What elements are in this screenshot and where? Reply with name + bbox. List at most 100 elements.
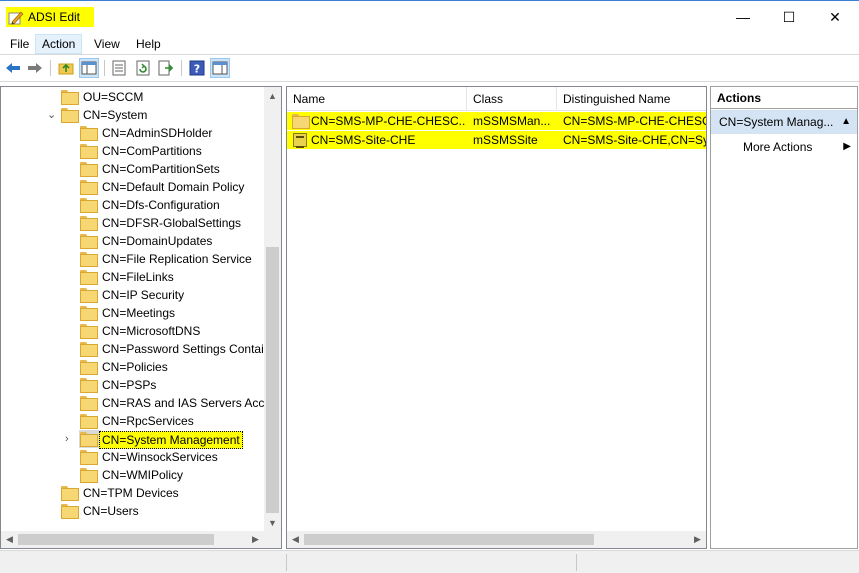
tree-item[interactable]: › CN=System Management: [1, 430, 263, 449]
tree-item[interactable]: ⌄ CN=System: [1, 106, 263, 124]
help-icon[interactable]: ?: [187, 58, 207, 78]
tree-item[interactable]: CN=WMIPolicy: [1, 466, 263, 484]
tree-item-label: CN=Users: [83, 504, 139, 518]
minimize-button[interactable]: —: [720, 1, 766, 33]
list-item-class: mSSMSMan...: [473, 114, 551, 128]
tree-item[interactable]: CN=Password Settings Contair: [1, 340, 268, 358]
tree-item-label: CN=WMIPolicy: [102, 468, 184, 482]
tree-item[interactable]: CN=DomainUpdates: [1, 232, 263, 250]
list-item-dn: CN=SMS-MP-CHE-CHESC: [563, 114, 706, 128]
tree-item[interactable]: CN=Default Domain Policy: [1, 178, 263, 196]
tree-vertical-scrollbar[interactable]: ▲ ▼: [264, 87, 281, 531]
tree-item-label: CN=Meetings: [102, 306, 176, 320]
folder-icon: [80, 252, 98, 267]
folder-icon: [80, 180, 98, 195]
tree-horizontal-scrollbar[interactable]: ◀ ▶: [1, 531, 281, 548]
folder-icon: [292, 114, 310, 129]
column-header-distinguished-name[interactable]: Distinguished Name: [557, 87, 706, 111]
menu-view[interactable]: View: [88, 34, 126, 54]
list-item-dn: CN=SMS-Site-CHE,CN=Sys: [563, 133, 706, 147]
menu-help[interactable]: Help: [130, 34, 167, 54]
maximize-button[interactable]: ☐: [766, 1, 812, 33]
submenu-arrow-icon: ▶: [843, 141, 851, 152]
folder-icon: [80, 396, 98, 411]
tree-item[interactable]: CN=PSPs: [1, 376, 263, 394]
chevron-down-icon[interactable]: ⌄: [47, 106, 56, 124]
up-folder-icon[interactable]: [56, 58, 76, 78]
folder-icon: [80, 270, 98, 285]
chevron-right-icon[interactable]: ›: [65, 430, 69, 448]
scroll-left-icon[interactable]: ◀: [287, 531, 304, 548]
actions-group-label: CN=System Manag...: [719, 115, 834, 129]
tree-item[interactable]: CN=RAS and IAS Servers Acces: [1, 394, 277, 412]
scroll-up-icon[interactable]: ▲: [264, 87, 281, 104]
more-actions-item[interactable]: More Actions ▶: [711, 137, 857, 157]
folder-icon: [80, 342, 98, 357]
scroll-left-icon[interactable]: ◀: [1, 531, 18, 548]
tree-item-label: OU=SCCM: [83, 90, 144, 104]
sms-site-icon: [293, 133, 307, 148]
tree-item-label: CN=FileLinks: [102, 270, 174, 284]
tree-item[interactable]: CN=RpcServices: [1, 412, 263, 430]
tree-item[interactable]: CN=TPM Devices: [1, 484, 263, 502]
tree-item[interactable]: CN=FileLinks: [1, 268, 263, 286]
tree-item[interactable]: CN=ComPartitionSets: [1, 160, 263, 178]
list-horizontal-scrollbar[interactable]: ◀ ▶: [287, 531, 706, 548]
tree-item[interactable]: CN=Users: [1, 502, 263, 520]
back-arrow-icon[interactable]: [3, 58, 23, 78]
column-header-name[interactable]: Name: [287, 87, 467, 111]
forward-arrow-icon[interactable]: [25, 58, 45, 78]
tree-item[interactable]: CN=ComPartitions: [1, 142, 263, 160]
tree-item[interactable]: OU=SCCM: [1, 88, 263, 106]
tree-item[interactable]: CN=IP Security: [1, 286, 263, 304]
tree-item[interactable]: CN=Meetings: [1, 304, 263, 322]
tree-item-label: CN=WinsockServices: [102, 450, 218, 464]
tree-item-label: CN=IP Security: [102, 288, 185, 302]
tree-item[interactable]: CN=AdminSDHolder: [1, 124, 263, 142]
properties-icon[interactable]: [109, 58, 129, 78]
toolbar: ?: [0, 56, 859, 82]
list-item[interactable]: CN=SMS-MP-CHE-CHESC... mSSMSMan... CN=SM…: [287, 112, 706, 130]
folder-icon: [80, 432, 98, 447]
tree-item[interactable]: CN=WinsockServices: [1, 448, 263, 466]
console-tree-pane: OU=SCCM ⌄ CN=System CN=AdminSDHolder CN=ComP…: [0, 86, 282, 549]
scroll-right-icon[interactable]: ▶: [689, 531, 706, 548]
list-item[interactable]: CN=SMS-Site-CHE mSSMSSite CN=SMS-Site-CH…: [287, 131, 706, 149]
folder-icon: [80, 450, 98, 465]
show-hide-console-tree-icon[interactable]: [79, 58, 99, 78]
scroll-down-icon[interactable]: ▼: [264, 514, 281, 531]
tree-item[interactable]: CN=DFSR-GlobalSettings: [1, 214, 263, 232]
tree-item-label: CN=TPM Devices: [83, 486, 179, 500]
column-header-class[interactable]: Class: [467, 87, 557, 111]
collapse-icon[interactable]: ▲: [841, 110, 851, 134]
details-pane: Name Class Distinguished Name CN=SMS-MP-…: [286, 86, 707, 549]
tree-item[interactable]: CN=File Replication Service: [1, 250, 263, 268]
folder-icon: [61, 486, 79, 501]
list-header: Name Class Distinguished Name: [287, 87, 706, 111]
show-hide-action-pane-icon[interactable]: [210, 58, 230, 78]
list-item-name: CN=SMS-Site-CHE: [311, 133, 416, 147]
actions-group-header[interactable]: CN=System Manag... ▲: [711, 110, 857, 134]
list-horizontal-thumb[interactable]: [304, 534, 594, 545]
scroll-right-icon[interactable]: ▶: [247, 531, 264, 548]
tree-item-label: CN=Dfs-Configuration: [102, 198, 220, 212]
tree-item-label: CN=File Replication Service: [102, 252, 252, 266]
menu-file[interactable]: File: [4, 34, 35, 54]
tree-vertical-thumb[interactable]: [266, 247, 279, 513]
folder-icon: [80, 324, 98, 339]
menu-action[interactable]: Action: [35, 34, 83, 54]
tree-item-label: CN=AdminSDHolder: [102, 126, 213, 140]
folder-icon: [61, 504, 79, 519]
tree-item-label: CN=ComPartitionSets: [102, 162, 220, 176]
refresh-icon[interactable]: [133, 58, 153, 78]
export-list-icon[interactable]: [156, 58, 176, 78]
tree-item-label: CN=Password Settings Contair: [102, 342, 268, 356]
close-button[interactable]: ✕: [812, 1, 858, 33]
tree-horizontal-thumb[interactable]: [18, 534, 214, 545]
tree-item[interactable]: CN=MicrosoftDNS: [1, 322, 263, 340]
folder-icon: [80, 126, 98, 141]
folder-icon: [61, 90, 79, 105]
tree-item[interactable]: CN=Dfs-Configuration: [1, 196, 263, 214]
tree-item[interactable]: CN=Policies: [1, 358, 263, 376]
folder-icon: [80, 144, 98, 159]
